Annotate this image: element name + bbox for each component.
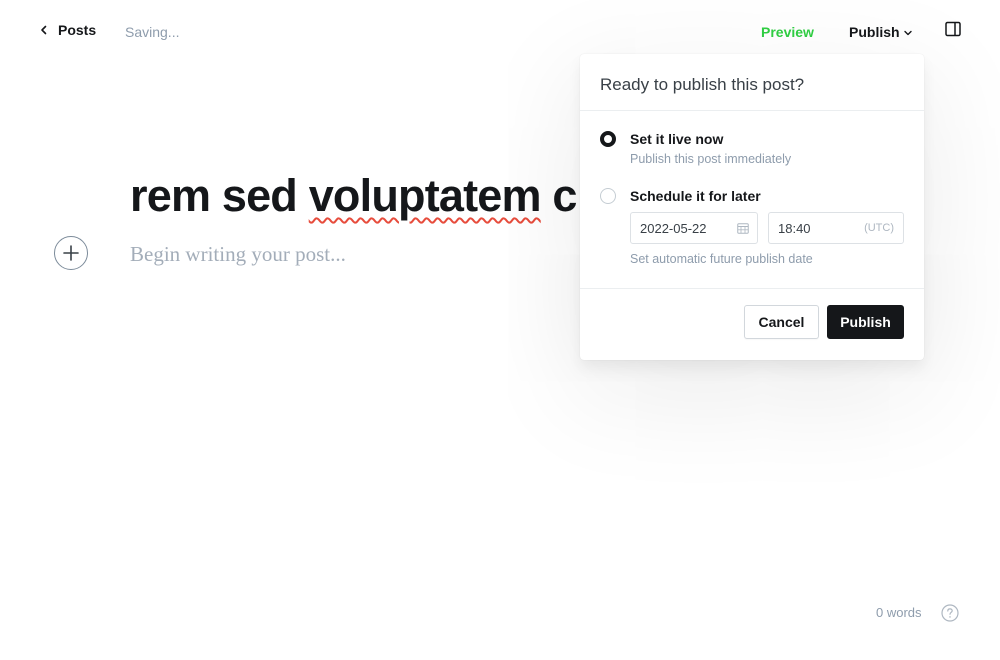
post-title-text: rem sed bbox=[130, 170, 309, 221]
cancel-button[interactable]: Cancel bbox=[744, 305, 819, 339]
popover-divider bbox=[580, 110, 924, 111]
plus-icon bbox=[63, 245, 79, 261]
text-cursor bbox=[403, 201, 407, 220]
popover-footer-divider bbox=[580, 288, 924, 289]
option-publish-now[interactable]: Set it live now Publish this post immedi… bbox=[600, 131, 791, 166]
publish-popover: Ready to publish this post? Set it live … bbox=[580, 54, 924, 360]
publish-time-input[interactable]: 18:40 (UTC) bbox=[768, 212, 904, 244]
publish-menu-button[interactable]: Publish bbox=[849, 24, 913, 40]
schedule-help-text: Set automatic future publish date bbox=[630, 252, 813, 266]
timezone-label: (UTC) bbox=[864, 222, 894, 234]
add-card-button[interactable] bbox=[54, 236, 88, 270]
back-label: Posts bbox=[58, 22, 97, 38]
word-count: 0 words bbox=[876, 605, 922, 620]
publish-menu-label: Publish bbox=[849, 24, 900, 40]
option-schedule-later-label: Schedule it for later bbox=[630, 188, 761, 204]
option-publish-now-description: Publish this post immediately bbox=[630, 152, 792, 166]
post-title-misspelled-word: voluptatem bbox=[308, 170, 542, 221]
back-to-posts-link[interactable]: Posts bbox=[38, 22, 96, 38]
radio-schedule-later[interactable] bbox=[600, 188, 616, 204]
option-publish-now-label: Set it live now bbox=[630, 131, 724, 147]
post-title-text-end: c bbox=[540, 170, 577, 221]
help-icon[interactable] bbox=[941, 604, 959, 622]
preview-button[interactable]: Preview bbox=[761, 24, 814, 40]
sidebar-toggle-icon[interactable] bbox=[944, 20, 962, 38]
publish-time-value: 18:40 bbox=[778, 221, 811, 236]
option-schedule-later[interactable]: Schedule it for later bbox=[600, 188, 761, 204]
publish-button[interactable]: Publish bbox=[827, 305, 904, 339]
post-title[interactable]: rem sed voluptatem c bbox=[130, 168, 577, 224]
chevron-down-icon bbox=[903, 30, 912, 36]
publish-date-input[interactable]: 2022-05-22 bbox=[630, 212, 758, 244]
radio-publish-now[interactable] bbox=[600, 131, 616, 147]
chevron-left-icon bbox=[41, 25, 47, 35]
calendar-icon[interactable] bbox=[737, 222, 749, 234]
publish-date-value: 2022-05-22 bbox=[640, 221, 707, 236]
save-status: Saving... bbox=[125, 24, 180, 40]
popover-title: Ready to publish this post? bbox=[600, 75, 805, 94]
post-body-editor[interactable]: Begin writing your post... bbox=[130, 242, 346, 267]
